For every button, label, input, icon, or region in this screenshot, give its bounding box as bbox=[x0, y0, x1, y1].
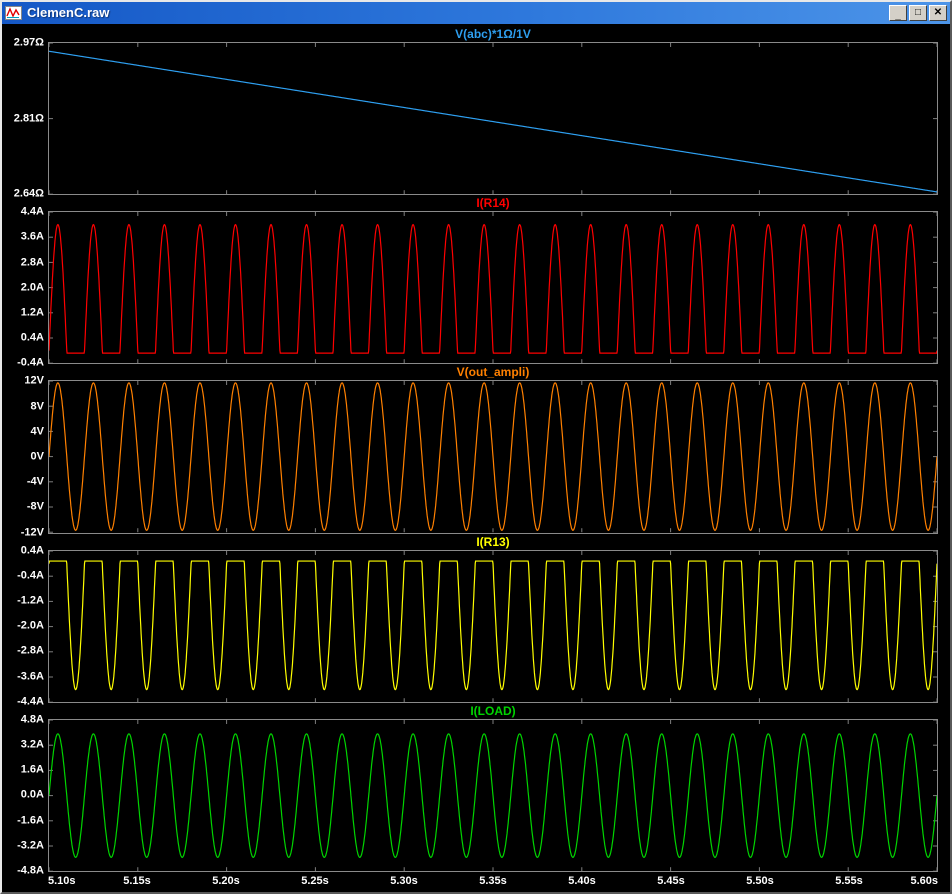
y-tick-label: 4.4A bbox=[20, 205, 44, 218]
x-tick-label: 5.45s bbox=[657, 875, 685, 888]
y-tick-label: -4.8A bbox=[17, 864, 44, 877]
y-tick-label: 1.6A bbox=[20, 763, 44, 776]
waveform-canvas[interactable] bbox=[49, 212, 937, 364]
y-tick-label: -8V bbox=[26, 500, 44, 513]
y-tick-label: 1.2A bbox=[20, 306, 44, 319]
y-tick-label: 4V bbox=[30, 425, 44, 438]
pane-title: I(R13) bbox=[476, 534, 510, 549]
x-tick-label: 5.60s bbox=[910, 875, 938, 888]
waveform-canvas[interactable] bbox=[49, 719, 937, 872]
x-tick-label: 5.40s bbox=[568, 875, 596, 888]
window-controls: _ □ ✕ bbox=[889, 5, 947, 21]
y-tick-label: -3.2A bbox=[17, 839, 44, 852]
plot-pane-vabc: V(abc)*1Ω/1V 2.97Ω 2.81Ω 2.64Ω bbox=[2, 26, 938, 199]
minimize-button[interactable]: _ bbox=[889, 5, 907, 21]
y-tick-label: 3.2A bbox=[20, 738, 44, 751]
y-tick-label: 3.6A bbox=[20, 230, 44, 243]
x-tick-label: 5.15s bbox=[123, 875, 151, 888]
pane-title: I(R14) bbox=[476, 196, 510, 211]
y-tick-label: -2.0A bbox=[17, 619, 44, 632]
plot-canvas-voutampli[interactable]: 12V 8V 4V 0V -4V -8V -12V bbox=[21, 375, 938, 538]
plot-pane-ir13: I(R13) 0.4A -0.4A -1.2A -2.0A -2.8A -3.6A -4.4… bbox=[2, 534, 938, 707]
plot-canvas-vabc[interactable]: 2.97Ω 2.81Ω 2.64Ω bbox=[14, 37, 938, 199]
waveform-canvas[interactable] bbox=[49, 381, 937, 533]
pane-title: V(abc)*1Ω/1V bbox=[455, 27, 531, 41]
plot-canvas-iload[interactable]: 4.8A 3.2A 1.6A 0.0A -1.6A -3.2A -4.8A bbox=[17, 714, 938, 876]
x-axis: 5.10s 5.15s 5.20s 5.25s 5.30s 5.35s 5.40s 5.45s… bbox=[48, 872, 938, 892]
waveform-viewer-window: ClemenC.raw _ □ ✕ V(abc)*1Ω/1V 2.97Ω 2.81… bbox=[0, 0, 952, 894]
waveform-canvas[interactable] bbox=[49, 550, 937, 702]
y-tick-label: 0.0A bbox=[20, 788, 44, 801]
y-tick-label: -4V bbox=[26, 475, 44, 488]
x-tick-label: 5.30s bbox=[390, 875, 418, 888]
plot-pane-voutampli: V(out_ampli) 12V 8V 4V 0V -4V -8V -12V bbox=[2, 364, 938, 538]
y-tick-label: 0.4A bbox=[20, 544, 44, 557]
y-tick-label: -0.4A bbox=[17, 356, 44, 369]
y-tick-label: -0.4A bbox=[17, 569, 44, 582]
x-tick-label: 5.20s bbox=[212, 875, 240, 888]
plot-canvas-ir13[interactable]: 0.4A -0.4A -1.2A -2.0A -2.8A -3.6A -4.4A bbox=[17, 545, 938, 707]
x-tick-label: 5.55s bbox=[835, 875, 863, 888]
y-tick-label: -1.2A bbox=[17, 594, 44, 607]
y-tick-label: 2.64Ω bbox=[13, 187, 44, 200]
pane-title: V(out_ampli) bbox=[456, 365, 530, 380]
plot-pane-ir14: I(R14) 4.4A 3.6A 2.8A 2.0A 1.2A 0.4A -0.4A bbox=[2, 195, 938, 368]
y-tick-label: 2.81Ω bbox=[13, 112, 44, 125]
waveform-canvas[interactable] bbox=[49, 43, 937, 195]
x-tick-label: 5.35s bbox=[479, 875, 507, 888]
y-tick-label: -2.8A bbox=[17, 644, 44, 657]
y-tick-label: 0.4A bbox=[20, 331, 44, 344]
y-tick-label: 12V bbox=[24, 374, 44, 387]
y-tick-label: -12V bbox=[20, 526, 44, 539]
y-tick-label: 0V bbox=[30, 450, 44, 463]
x-tick-label: 5.25s bbox=[301, 875, 329, 888]
y-tick-label: -1.6A bbox=[17, 814, 44, 827]
plot-canvas-ir14[interactable]: 4.4A 3.6A 2.8A 2.0A 1.2A 0.4A -0.4A bbox=[17, 206, 938, 368]
y-tick-label: 2.8A bbox=[20, 256, 44, 269]
y-tick-label: 4.8A bbox=[20, 713, 44, 726]
y-tick-label: 8V bbox=[30, 400, 44, 413]
maximize-button[interactable]: □ bbox=[909, 5, 927, 21]
x-tick-label: 5.50s bbox=[746, 875, 774, 888]
pane-title: I(LOAD) bbox=[470, 703, 516, 718]
title-bar[interactable]: ClemenC.raw _ □ ✕ bbox=[2, 2, 950, 24]
plot-area: V(abc)*1Ω/1V 2.97Ω 2.81Ω 2.64Ω I(R14) 4.4A… bbox=[2, 24, 950, 892]
waveform-icon bbox=[6, 7, 20, 18]
window-title: ClemenC.raw bbox=[27, 5, 110, 20]
y-tick-label: 2.97Ω bbox=[13, 36, 44, 49]
y-tick-label: -4.4A bbox=[17, 695, 44, 708]
close-button[interactable]: ✕ bbox=[929, 5, 947, 21]
y-tick-label: 2.0A bbox=[20, 281, 44, 294]
y-tick-label: -3.6A bbox=[17, 670, 44, 683]
x-tick-label: 5.10s bbox=[48, 875, 76, 888]
plot-pane-iload: I(LOAD) 4.8A 3.2A 1.6A 0.0A -1.6A -3.2A -4.8A bbox=[2, 703, 938, 876]
waveform-app-icon[interactable] bbox=[5, 6, 22, 20]
